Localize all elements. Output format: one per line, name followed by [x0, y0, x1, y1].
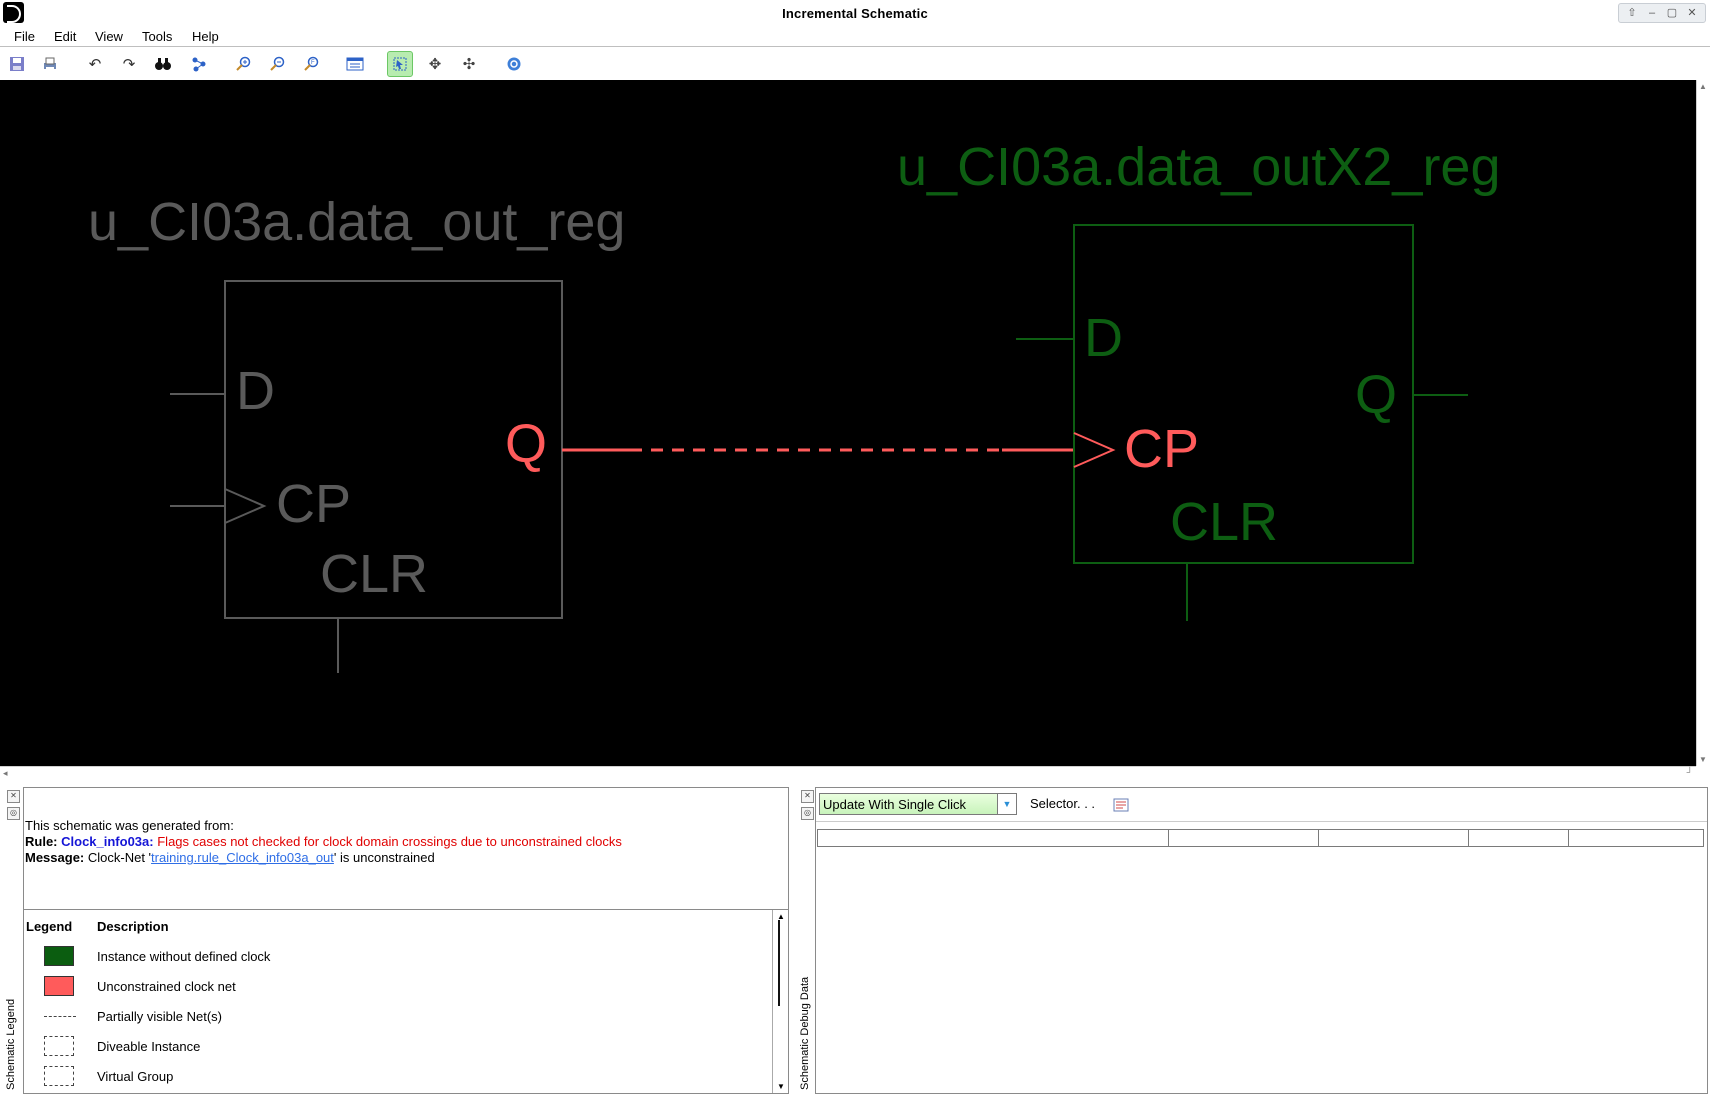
pin-q-label: Q: [505, 414, 547, 474]
debug-table-header: [817, 829, 1704, 847]
pin-d-label: D: [1084, 308, 1123, 368]
zoom-fit-icon[interactable]: F: [298, 51, 324, 77]
scroll-thumb[interactable]: [778, 920, 780, 1006]
undo-icon[interactable]: ↶: [82, 51, 108, 77]
pin-icon[interactable]: ⇧: [1623, 5, 1641, 21]
pan-icon[interactable]: ✥: [422, 51, 448, 77]
legend-virtual-group-box: [44, 1066, 74, 1086]
table-column-header[interactable]: [1319, 830, 1469, 846]
close-icon[interactable]: ✕: [801, 790, 814, 803]
update-mode-dropdown[interactable]: Update With Single Click ▼: [819, 793, 1017, 815]
print-icon[interactable]: [37, 51, 63, 77]
table-column-header[interactable]: [1569, 830, 1703, 846]
instance-label: u_CI03a.data_out_reg: [88, 192, 625, 252]
table-column-header[interactable]: [1469, 830, 1569, 846]
scroll-down-icon[interactable]: ▼: [1699, 755, 1707, 764]
help-icon[interactable]: [501, 51, 527, 77]
debug-data-panel: Update With Single Click ▼ Selector. . .: [815, 787, 1708, 1094]
undock-icon[interactable]: ◎: [7, 807, 20, 820]
message-post: ' is unconstrained: [333, 850, 435, 865]
debug-panel-title: Schematic Debug Data: [799, 976, 811, 1090]
legend-item-desc: Partially visible Net(s): [97, 1009, 222, 1024]
instance-label: u_CI03a.data_outX2_reg: [897, 137, 1501, 197]
dropdown-value: Update With Single Click: [823, 797, 967, 812]
window-controls: ⇧ – ▢ ✕: [1618, 3, 1706, 23]
scroll-up-icon[interactable]: ▲: [1699, 82, 1707, 91]
schematic-canvas[interactable]: u_CI03a.data_out_reg D CP CLR Q u_CI03a.…: [0, 80, 1696, 766]
legend-item-desc: Virtual Group: [97, 1069, 174, 1084]
zoom-out-icon[interactable]: [264, 51, 290, 77]
message-line: Message: Clock-Net 'training.rule_Clock_…: [25, 850, 435, 865]
scroll-right-icon[interactable]: ┘: [1687, 767, 1693, 777]
message-intro: This schematic was generated from:: [25, 818, 234, 833]
instance-data-outx2-reg[interactable]: u_CI03a.data_outX2_reg D CP CLR Q: [897, 137, 1501, 621]
description-column-header: Description: [97, 919, 169, 934]
legend-item-desc: Instance without defined clock: [97, 949, 271, 964]
properties-icon[interactable]: [342, 51, 368, 77]
pin-cp-label: CP: [1124, 419, 1199, 479]
legend-swatch-green: [44, 946, 74, 966]
title-bar: Incremental Schematic ⇧ – ▢ ✕: [0, 0, 1710, 28]
binoculars-icon[interactable]: [150, 51, 176, 77]
rule-line: Rule: Clock_info03a: Flags cases not che…: [25, 834, 622, 849]
table-column-header[interactable]: [1169, 830, 1319, 846]
pin-cp-label: CP: [276, 474, 351, 534]
redo-icon[interactable]: ↷: [116, 51, 142, 77]
pin-d-label: D: [236, 361, 275, 421]
clock-triangle: [1073, 432, 1116, 468]
debug-panel-strip: ✕ ◎ Schematic Debug Data: [797, 787, 815, 1092]
trace-icon[interactable]: [186, 51, 212, 77]
list-settings-icon[interactable]: [1113, 797, 1131, 818]
window-title: Incremental Schematic: [782, 6, 928, 21]
message-box: This schematic was generated from: Rule:…: [23, 787, 789, 910]
selector-button[interactable]: Selector. . .: [1030, 796, 1095, 811]
clock-triangle: [224, 488, 267, 524]
expand-icon[interactable]: ✣: [456, 51, 482, 77]
legend-column-header: Legend: [26, 919, 73, 934]
svg-text:F: F: [311, 60, 315, 66]
legend-item-desc: Diveable Instance: [97, 1039, 201, 1054]
legend-panel-strip: ✕ ◎ Schematic Legend: [3, 787, 21, 1092]
canvas-vertical-scrollbar[interactable]: ▲ ▼: [1696, 80, 1710, 766]
legend-table: Legend Description Instance without defi…: [23, 909, 789, 1094]
legend-dashed-line: [44, 1016, 76, 1017]
pin-clr-label: CLR: [320, 544, 428, 604]
message-label: Message:: [25, 850, 85, 865]
chevron-down-icon[interactable]: ▼: [997, 794, 1016, 814]
menu-tools[interactable]: Tools: [142, 29, 172, 44]
close-icon[interactable]: ✕: [7, 790, 20, 803]
legend-scrollbar[interactable]: ▲ ▼: [772, 910, 788, 1093]
pin-clr-label: CLR: [1170, 492, 1278, 552]
rule-label: Rule:: [25, 834, 58, 849]
scroll-down-icon[interactable]: ▼: [777, 1082, 785, 1091]
menu-view[interactable]: View: [95, 29, 123, 44]
canvas-horizontal-scrollbar[interactable]: ◂ ┘: [0, 766, 1696, 781]
maximize-icon[interactable]: ▢: [1663, 5, 1681, 21]
scroll-left-icon[interactable]: ◂: [3, 768, 8, 779]
close-icon[interactable]: ✕: [1683, 5, 1701, 21]
divider: [816, 821, 1707, 822]
undock-icon[interactable]: ◎: [801, 807, 814, 820]
select-mode-icon[interactable]: [387, 51, 413, 77]
menu-bar: File Edit View Tools Help: [0, 28, 1710, 47]
legend-diveable-box: [44, 1036, 74, 1056]
instance-data-out-reg[interactable]: u_CI03a.data_out_reg D CP CLR Q: [88, 192, 625, 673]
legend-panel-title: Schematic Legend: [5, 998, 17, 1090]
table-column-header[interactable]: [818, 830, 1169, 846]
clock-net-link[interactable]: training.rule_Clock_info03a_out: [151, 850, 334, 865]
rule-name: Clock_info03a:: [61, 834, 154, 849]
legend-swatch-red: [44, 976, 74, 996]
save-icon[interactable]: [4, 51, 30, 77]
rule-description: Flags cases not checked for clock domain…: [157, 834, 622, 849]
zoom-in-icon[interactable]: [230, 51, 256, 77]
message-pre: Clock-Net ': [87, 850, 152, 865]
menu-file[interactable]: File: [14, 29, 35, 44]
toolbar: ↶ ↷ F ✥ ✣: [0, 47, 1710, 80]
pin-q-label: Q: [1355, 365, 1397, 425]
minimize-icon[interactable]: –: [1643, 5, 1661, 21]
menu-help[interactable]: Help: [192, 29, 219, 44]
legend-item-desc: Unconstrained clock net: [97, 979, 236, 994]
menu-edit[interactable]: Edit: [54, 29, 76, 44]
